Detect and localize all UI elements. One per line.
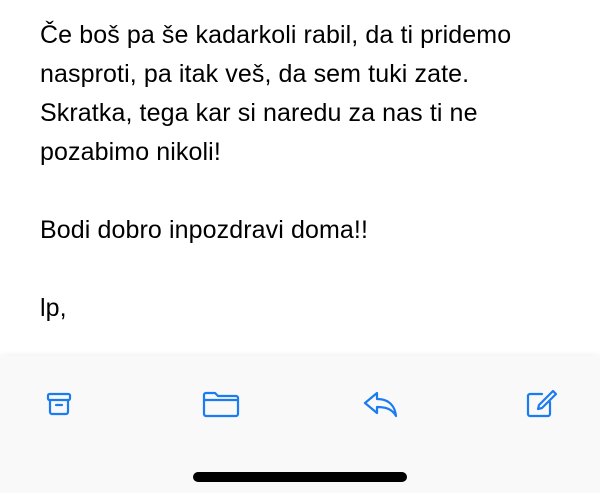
message-line: Če boš pa še kadarkoli rabil, da ti prid… — [40, 21, 512, 49]
archive-icon — [46, 392, 72, 416]
message-line: Skratka, tega kar si naredu za nas ti ne — [40, 99, 478, 127]
reply-icon — [363, 391, 398, 418]
message-line: pozabimo nikoli! — [40, 138, 221, 166]
folder-icon — [202, 391, 240, 418]
reply-button[interactable] — [358, 382, 402, 426]
message-line: nasproti, pa itak veš, da sem tuki zate. — [40, 60, 470, 88]
move-to-folder-button[interactable] — [199, 382, 243, 426]
message-paragraph: Če boš pa še kadarkoli rabil, da ti prid… — [40, 16, 580, 172]
message-line: Bodi dobro inpozdravi doma!! — [40, 216, 368, 244]
message-paragraph: Bodi dobro inpozdravi doma!! — [40, 211, 580, 250]
archive-button[interactable] — [37, 382, 81, 426]
message-paragraph: lp, — [40, 289, 580, 328]
message-line: lp, — [40, 294, 67, 322]
home-indicator[interactable] — [193, 472, 407, 482]
compose-button[interactable] — [519, 382, 563, 426]
mail-message-screen: Če boš pa še kadarkoli rabil, da ti prid… — [0, 0, 600, 493]
message-body: Če boš pa še kadarkoli rabil, da ti prid… — [40, 16, 580, 328]
compose-icon — [526, 389, 558, 418]
